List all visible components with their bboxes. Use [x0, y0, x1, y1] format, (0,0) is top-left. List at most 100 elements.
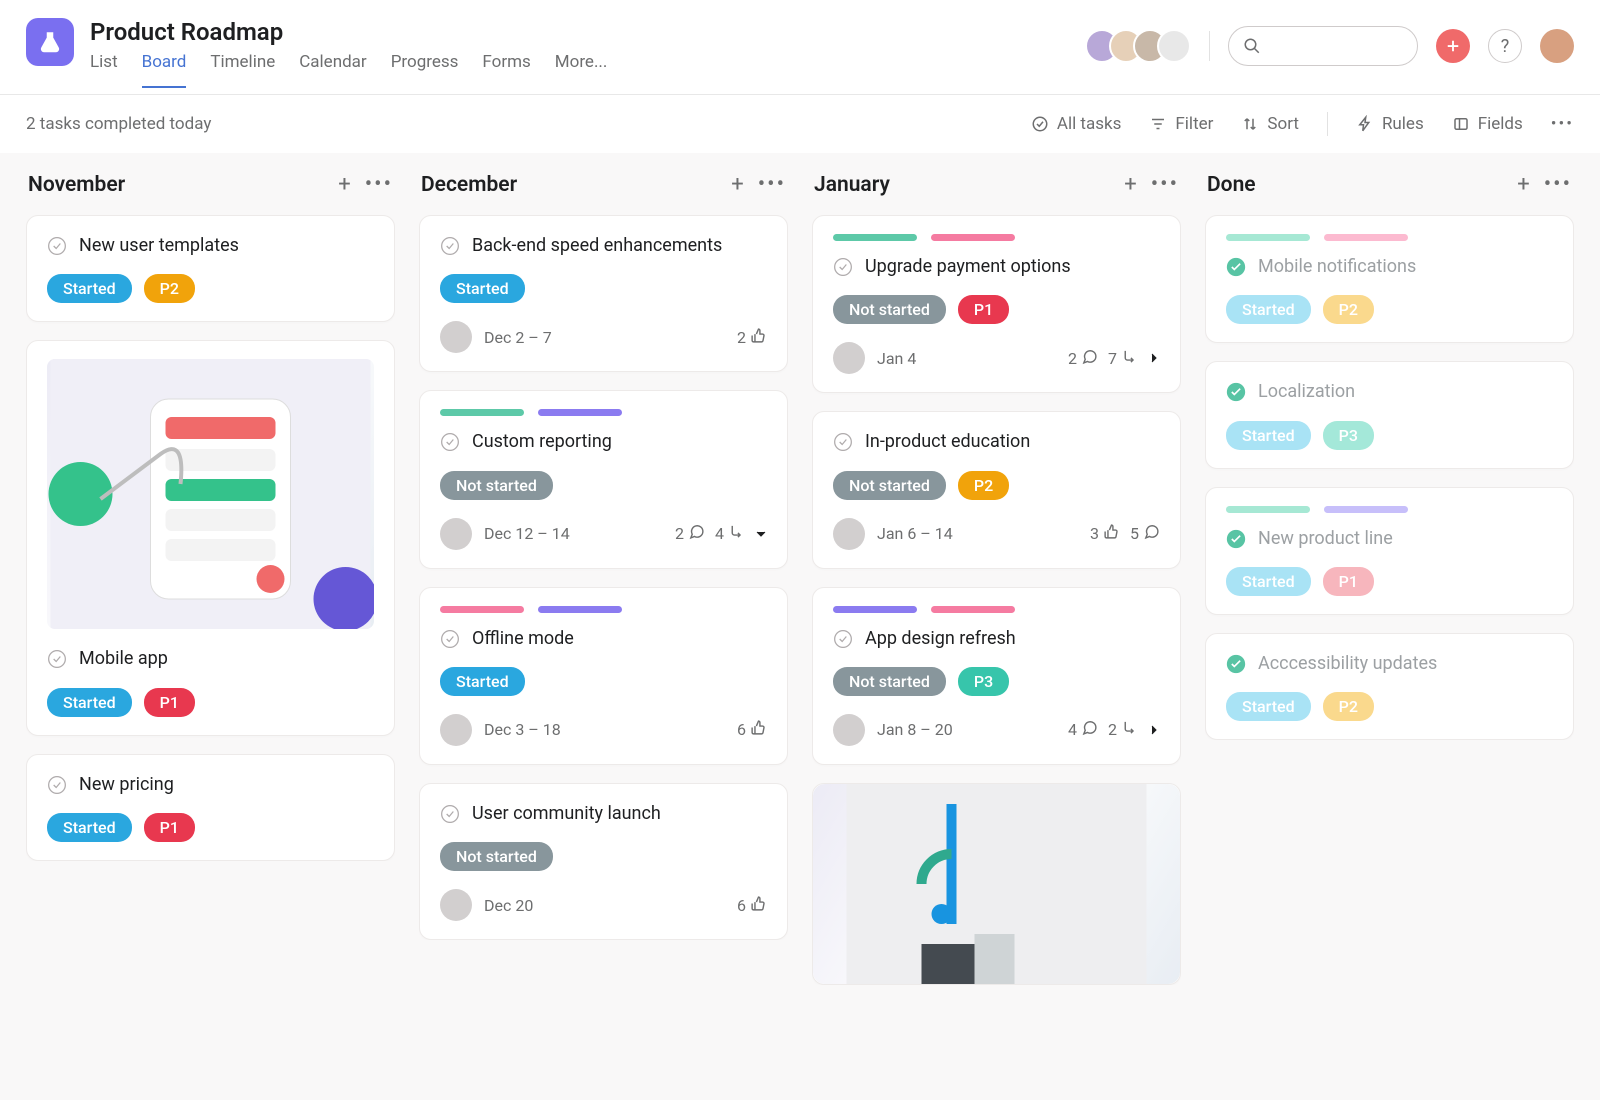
filter-button[interactable]: Filter	[1149, 114, 1213, 134]
check-circle-icon[interactable]	[440, 629, 460, 649]
fields-button[interactable]: Fields	[1452, 114, 1523, 134]
task-card[interactable]	[812, 783, 1181, 985]
add-card-button[interactable]: +	[338, 174, 350, 196]
status-tag[interactable]: Started	[1226, 295, 1311, 324]
task-card[interactable]: Localization StartedP3	[1205, 361, 1574, 468]
assignee-avatar[interactable]	[440, 714, 472, 746]
check-circle-icon[interactable]	[440, 804, 460, 824]
comments-count[interactable]: 2	[675, 523, 705, 544]
subtasks-count[interactable]: 2	[1108, 719, 1138, 740]
tab-calendar[interactable]: Calendar	[299, 52, 366, 88]
task-card[interactable]: New user templates StartedP2	[26, 215, 395, 322]
tab-more[interactable]: More...	[555, 52, 608, 88]
add-card-button[interactable]: +	[731, 174, 743, 196]
chevron-down-icon[interactable]	[755, 528, 767, 540]
chevron-right-icon[interactable]	[1148, 724, 1160, 736]
priority-tag[interactable]: P2	[958, 471, 1009, 500]
priority-tag[interactable]: P2	[1323, 295, 1374, 324]
status-tag[interactable]: Started	[440, 274, 525, 303]
task-card[interactable]: Mobile notifications StartedP2	[1205, 215, 1574, 343]
status-tag[interactable]: Not started	[440, 842, 553, 871]
priority-tag[interactable]: P3	[1323, 421, 1374, 450]
priority-tag[interactable]: P1	[1323, 567, 1374, 596]
status-tag[interactable]: Not started	[833, 295, 946, 324]
tab-timeline[interactable]: Timeline	[210, 52, 275, 88]
priority-tag[interactable]: P2	[144, 274, 195, 303]
likes-count[interactable]: 6	[737, 895, 767, 916]
assignee-avatar[interactable]	[440, 518, 472, 550]
add-card-button[interactable]: +	[1517, 174, 1529, 196]
status-tag[interactable]: Started	[440, 667, 525, 696]
priority-tag[interactable]: P1	[144, 813, 195, 842]
tab-board[interactable]: Board	[142, 52, 187, 88]
task-card[interactable]: App design refresh Not startedP3Jan 8 – …	[812, 587, 1181, 765]
sort-button[interactable]: Sort	[1241, 114, 1299, 134]
more-options[interactable]: •••	[1551, 114, 1574, 134]
check-circle-icon[interactable]	[833, 257, 853, 277]
priority-tag[interactable]: P2	[1323, 692, 1374, 721]
likes-count[interactable]: 2	[737, 327, 767, 348]
rules-button[interactable]: Rules	[1356, 114, 1424, 134]
check-circle-icon[interactable]	[833, 629, 853, 649]
task-card[interactable]: Back-end speed enhancements StartedDec 2…	[419, 215, 788, 372]
status-tag[interactable]: Not started	[440, 471, 553, 500]
priority-tag[interactable]: P1	[958, 295, 1009, 324]
check-circle-icon[interactable]	[833, 432, 853, 452]
current-user-avatar[interactable]	[1540, 29, 1574, 63]
task-card[interactable]: Custom reporting Not startedDec 12 – 142…	[419, 390, 788, 568]
assignee-avatar[interactable]	[833, 518, 865, 550]
check-done-icon[interactable]	[1226, 257, 1246, 277]
comments-count[interactable]: 2	[1068, 348, 1098, 369]
status-tag[interactable]: Started	[1226, 567, 1311, 596]
status-tag[interactable]: Not started	[833, 471, 946, 500]
assignee-avatar[interactable]	[833, 342, 865, 374]
status-tag[interactable]: Started	[1226, 421, 1311, 450]
search-input[interactable]	[1228, 26, 1418, 66]
task-card[interactable]: New product line StartedP1	[1205, 487, 1574, 615]
comments-count[interactable]: 5	[1130, 523, 1160, 544]
chevron-right-icon[interactable]	[1148, 352, 1160, 364]
task-card[interactable]: Upgrade payment options Not startedP1Jan…	[812, 215, 1181, 393]
status-tag[interactable]: Started	[1226, 692, 1311, 721]
subtasks-count[interactable]: 4	[715, 523, 745, 544]
collaborator-avatars[interactable]	[1085, 29, 1191, 63]
column-menu[interactable]: •••	[1544, 174, 1572, 196]
status-tag[interactable]: Not started	[833, 667, 946, 696]
check-done-icon[interactable]	[1226, 529, 1246, 549]
assignee-avatar[interactable]	[440, 889, 472, 921]
column-menu[interactable]: •••	[365, 174, 393, 196]
help-button[interactable]: ?	[1488, 29, 1522, 63]
task-card[interactable]: New pricing StartedP1	[26, 754, 395, 861]
subtasks-count[interactable]: 7	[1108, 348, 1138, 369]
add-card-button[interactable]: +	[1124, 174, 1136, 196]
task-card[interactable]: User community launch Not startedDec 206	[419, 783, 788, 940]
add-button[interactable]	[1436, 29, 1470, 63]
check-done-icon[interactable]	[1226, 654, 1246, 674]
likes-count[interactable]: 6	[737, 719, 767, 740]
task-card[interactable]: Acccessibility updates StartedP2	[1205, 633, 1574, 740]
check-circle-icon[interactable]	[47, 236, 67, 256]
task-card[interactable]: Offline mode StartedDec 3 – 186	[419, 587, 788, 765]
all-tasks-button[interactable]: All tasks	[1031, 114, 1122, 134]
check-circle-icon[interactable]	[440, 432, 460, 452]
status-tag[interactable]: Started	[47, 274, 132, 303]
check-circle-icon[interactable]	[440, 236, 460, 256]
tab-list[interactable]: List	[90, 52, 118, 88]
comments-count[interactable]: 4	[1068, 719, 1098, 740]
task-card[interactable]: Mobile app StartedP1	[26, 340, 395, 735]
task-card[interactable]: In-product education Not startedP2Jan 6 …	[812, 411, 1181, 568]
status-tag[interactable]: Started	[47, 813, 132, 842]
check-done-icon[interactable]	[1226, 382, 1246, 402]
tab-forms[interactable]: Forms	[482, 52, 530, 88]
assignee-avatar[interactable]	[440, 321, 472, 353]
assignee-avatar[interactable]	[833, 714, 865, 746]
column-menu[interactable]: •••	[1151, 174, 1179, 196]
check-circle-icon[interactable]	[47, 649, 67, 669]
project-icon[interactable]	[26, 18, 74, 66]
likes-count[interactable]: 3	[1090, 523, 1120, 544]
column-menu[interactable]: •••	[758, 174, 786, 196]
check-circle-icon[interactable]	[47, 775, 67, 795]
priority-tag[interactable]: P1	[144, 688, 195, 717]
status-tag[interactable]: Started	[47, 688, 132, 717]
tab-progress[interactable]: Progress	[391, 52, 459, 88]
